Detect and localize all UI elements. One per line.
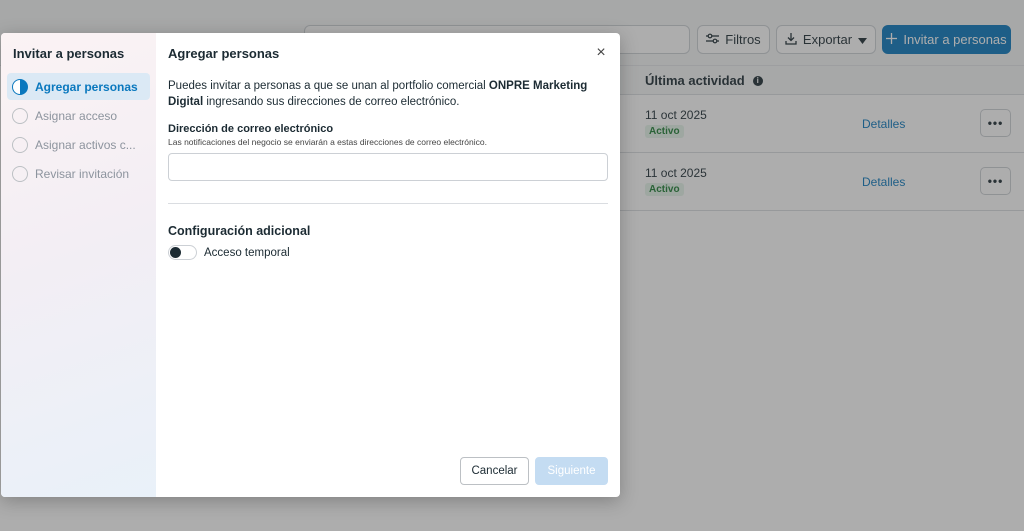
temporary-access-label: Acceso temporal bbox=[204, 246, 290, 259]
steps-sidebar: Invitar a personas Agregar personas Asig… bbox=[1, 33, 156, 497]
intro-text: Puedes invitar a personas a que se unan … bbox=[168, 78, 608, 110]
cancel-button[interactable]: Cancelar bbox=[460, 457, 529, 485]
close-icon[interactable]: × bbox=[593, 45, 609, 61]
temporary-access-row: Acceso temporal bbox=[168, 245, 608, 260]
step-review-invitation[interactable]: Revisar invitación bbox=[7, 160, 150, 187]
toggle-knob bbox=[170, 247, 181, 258]
step-label: Asignar acceso bbox=[35, 108, 118, 123]
step-label: Asignar activos c... bbox=[35, 137, 136, 152]
step-circle-icon bbox=[12, 165, 28, 182]
dialog-content: Agregar personas × Puedes invitar a pers… bbox=[156, 33, 620, 497]
email-field-label: Dirección de correo electrónico bbox=[168, 123, 334, 135]
sidebar-title: Invitar a personas bbox=[13, 46, 125, 61]
next-button[interactable]: Siguiente bbox=[535, 457, 608, 485]
dialog-title: Agregar personas bbox=[168, 46, 280, 61]
intro-text-end: ingresando sus direcciones de correo ele… bbox=[203, 96, 460, 108]
step-circle-icon bbox=[12, 107, 28, 124]
email-field-help: Las notificaciones del negocio se enviar… bbox=[168, 137, 487, 147]
step-label: Revisar invitación bbox=[35, 166, 130, 181]
step-assign-assets[interactable]: Asignar activos c... bbox=[7, 131, 150, 158]
additional-settings-title: Configuración adicional bbox=[168, 224, 311, 238]
email-field[interactable] bbox=[168, 153, 608, 181]
section-divider bbox=[168, 203, 608, 204]
step-progress-icon bbox=[12, 78, 28, 95]
intro-text-start: Puedes invitar a personas a que se unan … bbox=[168, 80, 489, 92]
invite-people-dialog: Invitar a personas Agregar personas Asig… bbox=[1, 33, 620, 497]
step-circle-icon bbox=[12, 136, 28, 153]
temporary-access-toggle[interactable] bbox=[168, 245, 197, 260]
step-assign-access[interactable]: Asignar acceso bbox=[7, 102, 150, 129]
step-add-people[interactable]: Agregar personas bbox=[7, 73, 150, 100]
step-label: Agregar personas bbox=[35, 79, 138, 94]
